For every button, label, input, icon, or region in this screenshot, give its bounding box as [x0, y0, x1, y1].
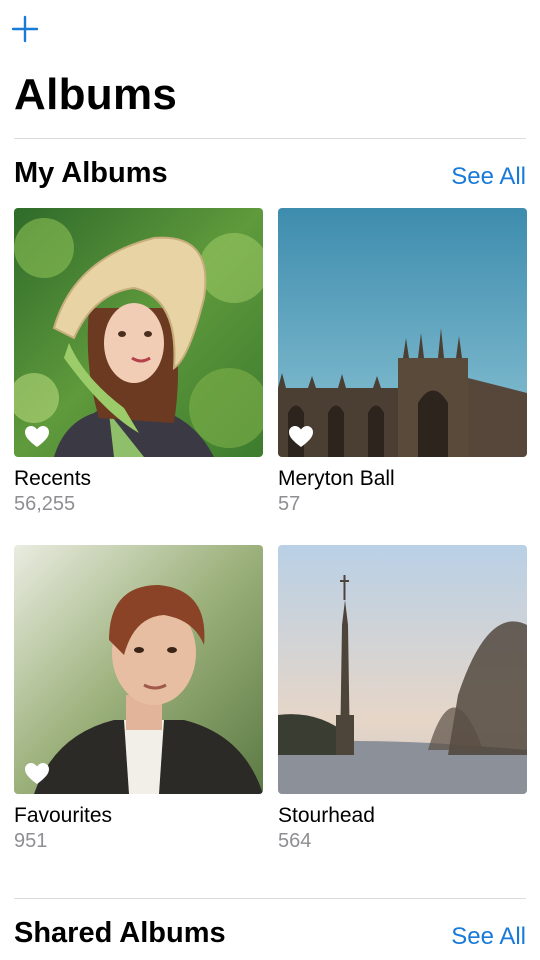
album-thumbnail	[14, 208, 263, 457]
album-stourhead[interactable]: Stourhead 564	[278, 545, 527, 853]
stourhead-photo	[278, 545, 527, 794]
album-count: 564	[278, 830, 312, 852]
meryton-ball-photo	[278, 208, 527, 457]
recents-photo	[14, 208, 263, 457]
album-name: Favourites	[14, 804, 113, 827]
album-thumbnail	[278, 545, 527, 794]
album-count: 56,255	[14, 493, 76, 515]
header-divider	[14, 138, 526, 139]
album-meryton-ball[interactable]: Meryton Ball 57	[278, 208, 527, 516]
favourites-photo	[14, 545, 263, 794]
add-album-button[interactable]	[8, 12, 42, 46]
shared-albums-see-all-link[interactable]: See All	[451, 923, 526, 951]
album-name: Meryton Ball	[278, 467, 395, 490]
album-count: 57	[278, 493, 301, 515]
heart-icon	[289, 426, 313, 447]
album-count: 951	[14, 830, 48, 852]
album-thumbnail	[14, 545, 263, 794]
album-name: Stourhead	[278, 804, 375, 827]
my-albums-see-all-link[interactable]: See All	[451, 163, 526, 191]
my-albums-heading: My Albums	[14, 157, 168, 189]
page-title: Albums	[14, 70, 178, 119]
shared-albums-heading: Shared Albums	[14, 917, 226, 949]
album-recents[interactable]: Recents 56,255	[14, 208, 263, 516]
plus-icon	[11, 15, 39, 43]
heart-icon	[25, 426, 49, 447]
album-thumbnail	[278, 208, 527, 457]
heart-icon	[25, 763, 49, 784]
album-favourites[interactable]: Favourites 951	[14, 545, 263, 853]
album-name: Recents	[14, 467, 92, 490]
section-divider	[14, 898, 526, 899]
